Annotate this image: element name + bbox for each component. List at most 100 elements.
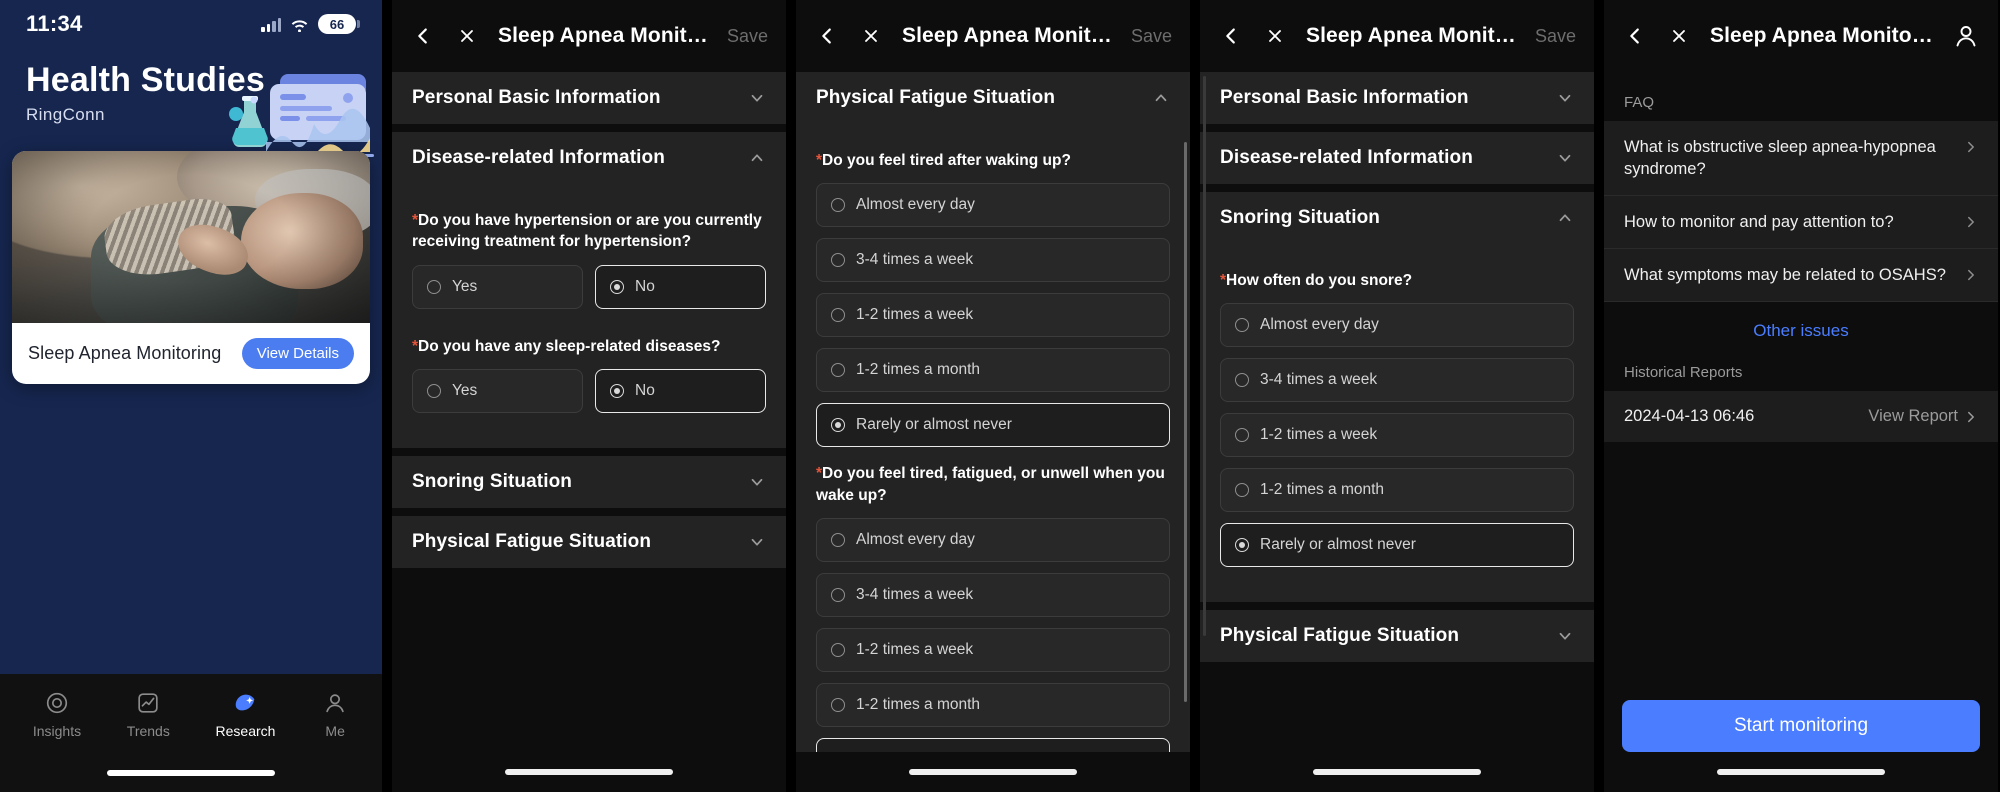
tab-me-label: Me xyxy=(325,723,345,739)
option-yes[interactable]: Yes xyxy=(412,264,583,309)
section-snoring-situation[interactable]: Snoring Situation xyxy=(392,456,786,509)
option-1-2-times-a-month[interactable]: 1-2 times a month xyxy=(816,348,1170,393)
faq-item-osahs-definition[interactable]: What is obstructive sleep apnea-hypopnea… xyxy=(1604,121,1998,197)
chevron-left-icon[interactable] xyxy=(814,23,840,49)
option-1-2-times-a-week[interactable]: 1-2 times a week xyxy=(816,293,1170,338)
form-scroll-3[interactable]: Physical Fatigue Situation *Do you feel … xyxy=(796,72,1190,752)
option-almost-every-day[interactable]: Almost every day xyxy=(816,183,1170,228)
option-label: 1-2 times a week xyxy=(1260,426,1378,444)
form-scroll-2[interactable]: Personal Basic Information Disease-relat… xyxy=(392,72,786,752)
home-indicator[interactable] xyxy=(505,769,673,775)
home-content-spacer xyxy=(0,384,382,674)
home-header: Health Studies RingConn xyxy=(0,48,382,157)
section-physical-fatigue-situation[interactable]: Physical Fatigue Situation xyxy=(1200,610,1594,663)
option-3-4-times-a-week[interactable]: 3-4 times a week xyxy=(816,573,1170,618)
section-snoring-situation[interactable]: Snoring Situation *How often do you snor… xyxy=(1200,192,1594,603)
option-label: Rarely or almost never xyxy=(856,751,1012,752)
option-rarely-or-almost-never[interactable]: Rarely or almost never xyxy=(816,403,1170,448)
home-indicator[interactable] xyxy=(909,769,1077,775)
save-button-3[interactable]: Save xyxy=(1131,26,1172,47)
section-disease-related-information[interactable]: Disease-related Information xyxy=(1200,132,1594,184)
start-monitoring-button[interactable]: Start monitoring xyxy=(1622,700,1980,752)
option-1-2-times-a-week[interactable]: 1-2 times a week xyxy=(1220,413,1574,458)
other-issues-link[interactable]: Other issues xyxy=(1604,302,1998,361)
option-rarely-or-almost-never[interactable]: Rarely or almost never xyxy=(816,738,1170,752)
option-no[interactable]: No xyxy=(595,264,766,309)
study-card[interactable]: Sleep Apnea Monitoring View Details xyxy=(12,151,370,385)
home-indicator-bar-5 xyxy=(1604,752,1998,792)
close-icon[interactable] xyxy=(858,23,884,49)
scrollbar-track[interactable] xyxy=(1203,76,1206,636)
section-header[interactable]: Personal Basic Information xyxy=(1200,72,1594,124)
section-header[interactable]: Snoring Situation xyxy=(392,456,786,508)
report-date: 2024-04-13 06:46 xyxy=(1624,407,1755,426)
person-icon[interactable] xyxy=(1952,22,1980,50)
historical-report-row[interactable]: 2024-04-13 06:46 View Report xyxy=(1604,391,1998,443)
option-almost-every-day[interactable]: Almost every day xyxy=(1220,303,1574,348)
close-icon[interactable] xyxy=(1666,23,1692,49)
panel-divider-1 xyxy=(382,0,392,792)
tab-research[interactable]: Research xyxy=(216,689,275,739)
option-1-2-times-a-month[interactable]: 1-2 times a month xyxy=(1220,468,1574,513)
view-details-button[interactable]: View Details xyxy=(241,338,354,370)
section-header[interactable]: Physical Fatigue Situation xyxy=(392,516,786,568)
option-label: 1-2 times a month xyxy=(856,361,981,379)
nav-title-5: Sleep Apnea Monitoring xyxy=(1710,24,1934,47)
faq-item-how-to-monitor[interactable]: How to monitor and pay attention to? xyxy=(1604,196,1998,250)
faq-item-symptoms[interactable]: What symptoms may be related to OSAHS? xyxy=(1604,249,1998,303)
panel-divider-2 xyxy=(786,0,796,792)
radio-selected-icon xyxy=(831,418,845,433)
section-header[interactable]: Disease-related Information xyxy=(1200,132,1594,184)
section-header[interactable]: Disease-related Information xyxy=(392,132,786,184)
section-personal-basic-information[interactable]: Personal Basic Information xyxy=(392,72,786,124)
form-scroll-4[interactable]: Personal Basic Information Disease-relat… xyxy=(1200,72,1594,752)
option-label: Almost every day xyxy=(1260,316,1379,334)
status-time: 11:34 xyxy=(26,11,83,36)
section-personal-basic-information[interactable]: Personal Basic Information xyxy=(1200,72,1594,124)
section-title: Snoring Situation xyxy=(412,471,573,493)
chevron-down-icon xyxy=(748,473,766,491)
chevron-left-icon[interactable] xyxy=(1218,23,1244,49)
chevron-down-icon xyxy=(748,533,766,551)
tab-trends[interactable]: Trends xyxy=(127,689,170,739)
chevron-right-icon xyxy=(1964,268,1978,282)
chevron-up-icon xyxy=(748,149,766,167)
tab-insights[interactable]: Insights xyxy=(33,689,81,739)
option-rarely-or-almost-never[interactable]: Rarely or almost never xyxy=(1220,523,1574,568)
option-label: Yes xyxy=(452,382,478,400)
chevron-right-icon xyxy=(1964,140,1978,154)
option-1-2-times-a-month[interactable]: 1-2 times a month xyxy=(816,683,1170,728)
faq-item-text: What is obstructive sleep apnea-hypopnea… xyxy=(1624,138,1936,179)
save-button-4[interactable]: Save xyxy=(1535,26,1576,47)
home-indicator[interactable] xyxy=(1717,769,1885,775)
home-indicator[interactable] xyxy=(1313,769,1481,775)
close-icon[interactable] xyxy=(1262,23,1288,49)
chevron-left-icon[interactable] xyxy=(1622,23,1648,49)
close-icon[interactable] xyxy=(454,23,480,49)
section-physical-fatigue-situation[interactable]: Physical Fatigue Situation *Do you feel … xyxy=(796,72,1190,752)
chevron-left-icon[interactable] xyxy=(410,23,436,49)
option-label: No xyxy=(635,382,655,400)
wifi-icon xyxy=(290,17,309,32)
option-3-4-times-a-week[interactable]: 3-4 times a week xyxy=(816,238,1170,283)
section-header[interactable]: Personal Basic Information xyxy=(392,72,786,124)
section-physical-fatigue-situation[interactable]: Physical Fatigue Situation xyxy=(392,516,786,569)
section-header[interactable]: Physical Fatigue Situation xyxy=(1200,610,1594,662)
scrollbar-thumb[interactable] xyxy=(1184,142,1187,702)
section-header[interactable]: Snoring Situation xyxy=(1200,192,1594,244)
section-disease-related-information[interactable]: Disease-related Information *Do you have… xyxy=(392,132,786,449)
view-report-link[interactable]: View Report xyxy=(1868,407,1978,426)
home-indicator-bar-3 xyxy=(796,752,1190,792)
nav-bar-2: Sleep Apnea Monitor... Save xyxy=(392,0,786,72)
section-body: *How often do you snore? Almost every da… xyxy=(1200,244,1594,602)
option-almost-every-day[interactable]: Almost every day xyxy=(816,518,1170,563)
home-indicator[interactable] xyxy=(107,770,275,776)
option-no[interactable]: No xyxy=(595,369,766,414)
option-1-2-times-a-week[interactable]: 1-2 times a week xyxy=(816,628,1170,673)
option-3-4-times-a-week[interactable]: 3-4 times a week xyxy=(1220,358,1574,403)
tab-me[interactable]: Me xyxy=(321,689,349,739)
radio-icon xyxy=(427,384,441,399)
save-button-2[interactable]: Save xyxy=(727,26,768,47)
option-yes[interactable]: Yes xyxy=(412,369,583,414)
section-header[interactable]: Physical Fatigue Situation xyxy=(796,72,1190,124)
